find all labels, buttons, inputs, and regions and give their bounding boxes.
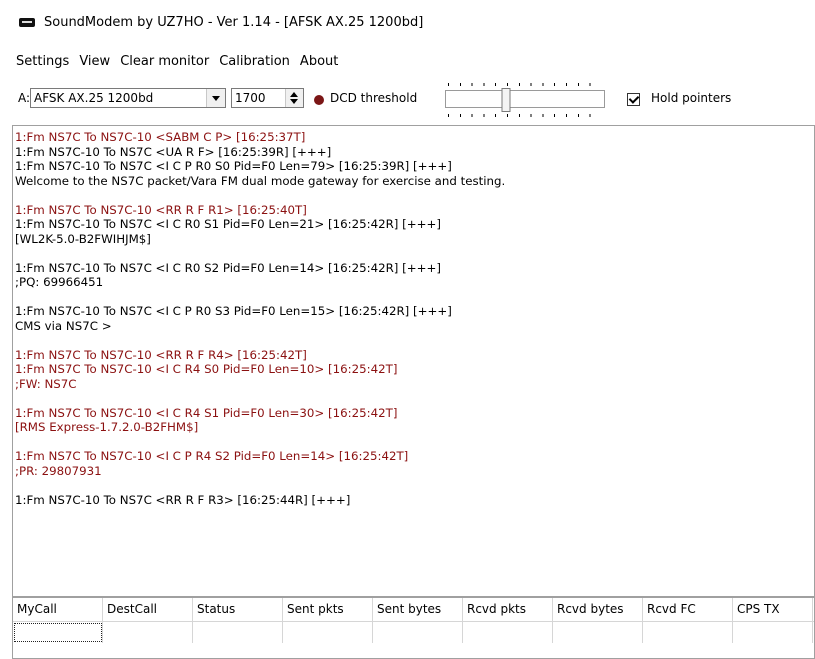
menu-view[interactable]: View: [74, 54, 115, 69]
monitor-line: Welcome to the NS7C packet/Vara FM dual …: [15, 173, 506, 188]
table-cell[interactable]: [193, 622, 283, 643]
slider-track[interactable]: [445, 90, 605, 108]
channel-label: A:: [18, 91, 31, 105]
dcd-threshold-slider[interactable]: [440, 80, 610, 120]
monitor-lines: 1:Fm NS7C To NS7C-10 <SABM C P> [16:25:3…: [15, 130, 505, 507]
table-cell[interactable]: [643, 622, 733, 643]
table-cell[interactable]: [103, 622, 193, 643]
menu-about[interactable]: About: [295, 54, 343, 69]
monitor-line: 1:Fm NS7C-10 To NS7C <I C R0 S1 Pid=F0 L…: [15, 217, 442, 231]
monitor-line: [WL2K-5.0-B2FWIHJM$]: [15, 231, 151, 246]
monitor-line: ;PR: 29807931: [15, 463, 102, 478]
table-cell[interactable]: [553, 622, 643, 643]
column-header[interactable]: CPS TX: [733, 598, 813, 621]
monitor-line: CMS via NS7C >: [15, 318, 112, 333]
monitor-line: 1:Fm NS7C To NS7C-10 <RR R F R4> [16:25:…: [15, 347, 307, 362]
monitor-blank-line: [15, 246, 505, 261]
slider-ticks-bottom: [448, 114, 600, 117]
stats-header: MyCall DestCall Status Sent pkts Sent bytes R…: [13, 598, 814, 622]
modem-select-value: AFSK AX.25 1200bd: [34, 91, 154, 105]
spin-buttons[interactable]: [285, 89, 303, 107]
modem-icon: [19, 17, 35, 27]
monitor-line: 1:Fm NS7C-10 To NS7C <I C R0 S2 Pid=F0 L…: [15, 260, 442, 275]
monitor-line: 1:Fm NS7C-10 To NS7C <I C P R0 S3 Pid=F0…: [15, 304, 452, 318]
column-header[interactable]: Rcvd bytes: [553, 598, 643, 621]
frequency-spinbox[interactable]: 1700: [231, 88, 304, 108]
frequency-value: 1700: [235, 91, 266, 105]
table-cell[interactable]: [463, 622, 553, 643]
dcd-threshold-label: DCD threshold: [330, 91, 418, 105]
window-title: SoundModem by UZ7HO - Ver 1.14 - [AFSK A…: [44, 14, 424, 30]
slider-thumb[interactable]: [501, 88, 511, 112]
monitor-line: ;FW: NS7C: [15, 376, 77, 391]
column-header[interactable]: Rcvd FC: [643, 598, 733, 621]
title-bar: SoundModem by UZ7HO - Ver 1.14 - [AFSK A…: [0, 0, 815, 44]
monitor-line: 1:Fm NS7C To NS7C-10 <SABM C P> [16:25:3…: [15, 130, 306, 144]
toolbar: A: AFSK AX.25 1200bd 1700 DCD threshold …: [0, 80, 815, 120]
stats-table: MyCall DestCall Status Sent pkts Sent bytes R…: [12, 597, 815, 659]
spin-down-icon[interactable]: [290, 99, 298, 104]
menu-bar: Settings View Clear monitor Calibration …: [0, 50, 343, 72]
monitor-line: ;PQ: 69966451: [15, 275, 104, 289]
slider-ticks-top: [448, 83, 600, 86]
monitor-panel[interactable]: 1:Fm NS7C To NS7C-10 <SABM C P> [16:25:3…: [12, 125, 815, 597]
hold-pointers-label: Hold pointers: [651, 91, 732, 105]
table-cell[interactable]: [13, 622, 103, 643]
monitor-line: 1:Fm NS7C-10 To NS7C <I C P R0 S0 Pid=F0…: [15, 159, 452, 173]
monitor-blank-line: [15, 435, 505, 450]
monitor-line: 1:Fm NS7C-10 To NS7C <RR R F R3> [16:25:…: [15, 492, 351, 507]
monitor-blank-line: [15, 188, 505, 203]
monitor-line: 1:Fm NS7C To NS7C-10 <I C R4 S0 Pid=F0 L…: [15, 362, 398, 376]
column-header[interactable]: DestCall: [103, 598, 193, 621]
monitor-blank-line: [15, 290, 505, 305]
hold-pointers-checkbox[interactable]: [627, 93, 640, 106]
menu-clear-monitor[interactable]: Clear monitor: [115, 54, 214, 69]
table-row[interactable]: [13, 622, 814, 643]
modem-select[interactable]: AFSK AX.25 1200bd: [30, 88, 226, 108]
monitor-line: 1:Fm NS7C To NS7C-10 <RR R F R1> [16:25:…: [15, 202, 307, 217]
monitor-line: [RMS Express-1.7.2.0-B2FHM$]: [15, 420, 199, 434]
menu-calibration[interactable]: Calibration: [214, 54, 295, 69]
monitor-blank-line: [15, 391, 505, 406]
monitor-line: 1:Fm NS7C To NS7C-10 <I C R4 S1 Pid=F0 L…: [15, 405, 398, 420]
column-header[interactable]: Sent bytes: [373, 598, 463, 621]
menu-settings[interactable]: Settings: [16, 54, 74, 69]
monitor-blank-line: [15, 333, 505, 348]
monitor-blank-line: [15, 478, 505, 493]
monitor-line: 1:Fm NS7C To NS7C-10 <I C P R4 S2 Pid=F0…: [15, 449, 409, 463]
dcd-led-icon: [314, 95, 324, 105]
column-header[interactable]: Rcvd pkts: [463, 598, 553, 621]
monitor-line: 1:Fm NS7C-10 To NS7C <UA R F> [16:25:39R…: [15, 144, 332, 159]
table-cell[interactable]: [283, 622, 373, 643]
table-cell[interactable]: [373, 622, 463, 643]
chevron-down-icon[interactable]: [206, 89, 225, 107]
table-cell[interactable]: [733, 622, 813, 643]
column-header[interactable]: Status: [193, 598, 283, 621]
column-header[interactable]: Sent pkts: [283, 598, 373, 621]
column-header[interactable]: MyCall: [13, 598, 103, 621]
spin-up-icon[interactable]: [290, 92, 298, 97]
